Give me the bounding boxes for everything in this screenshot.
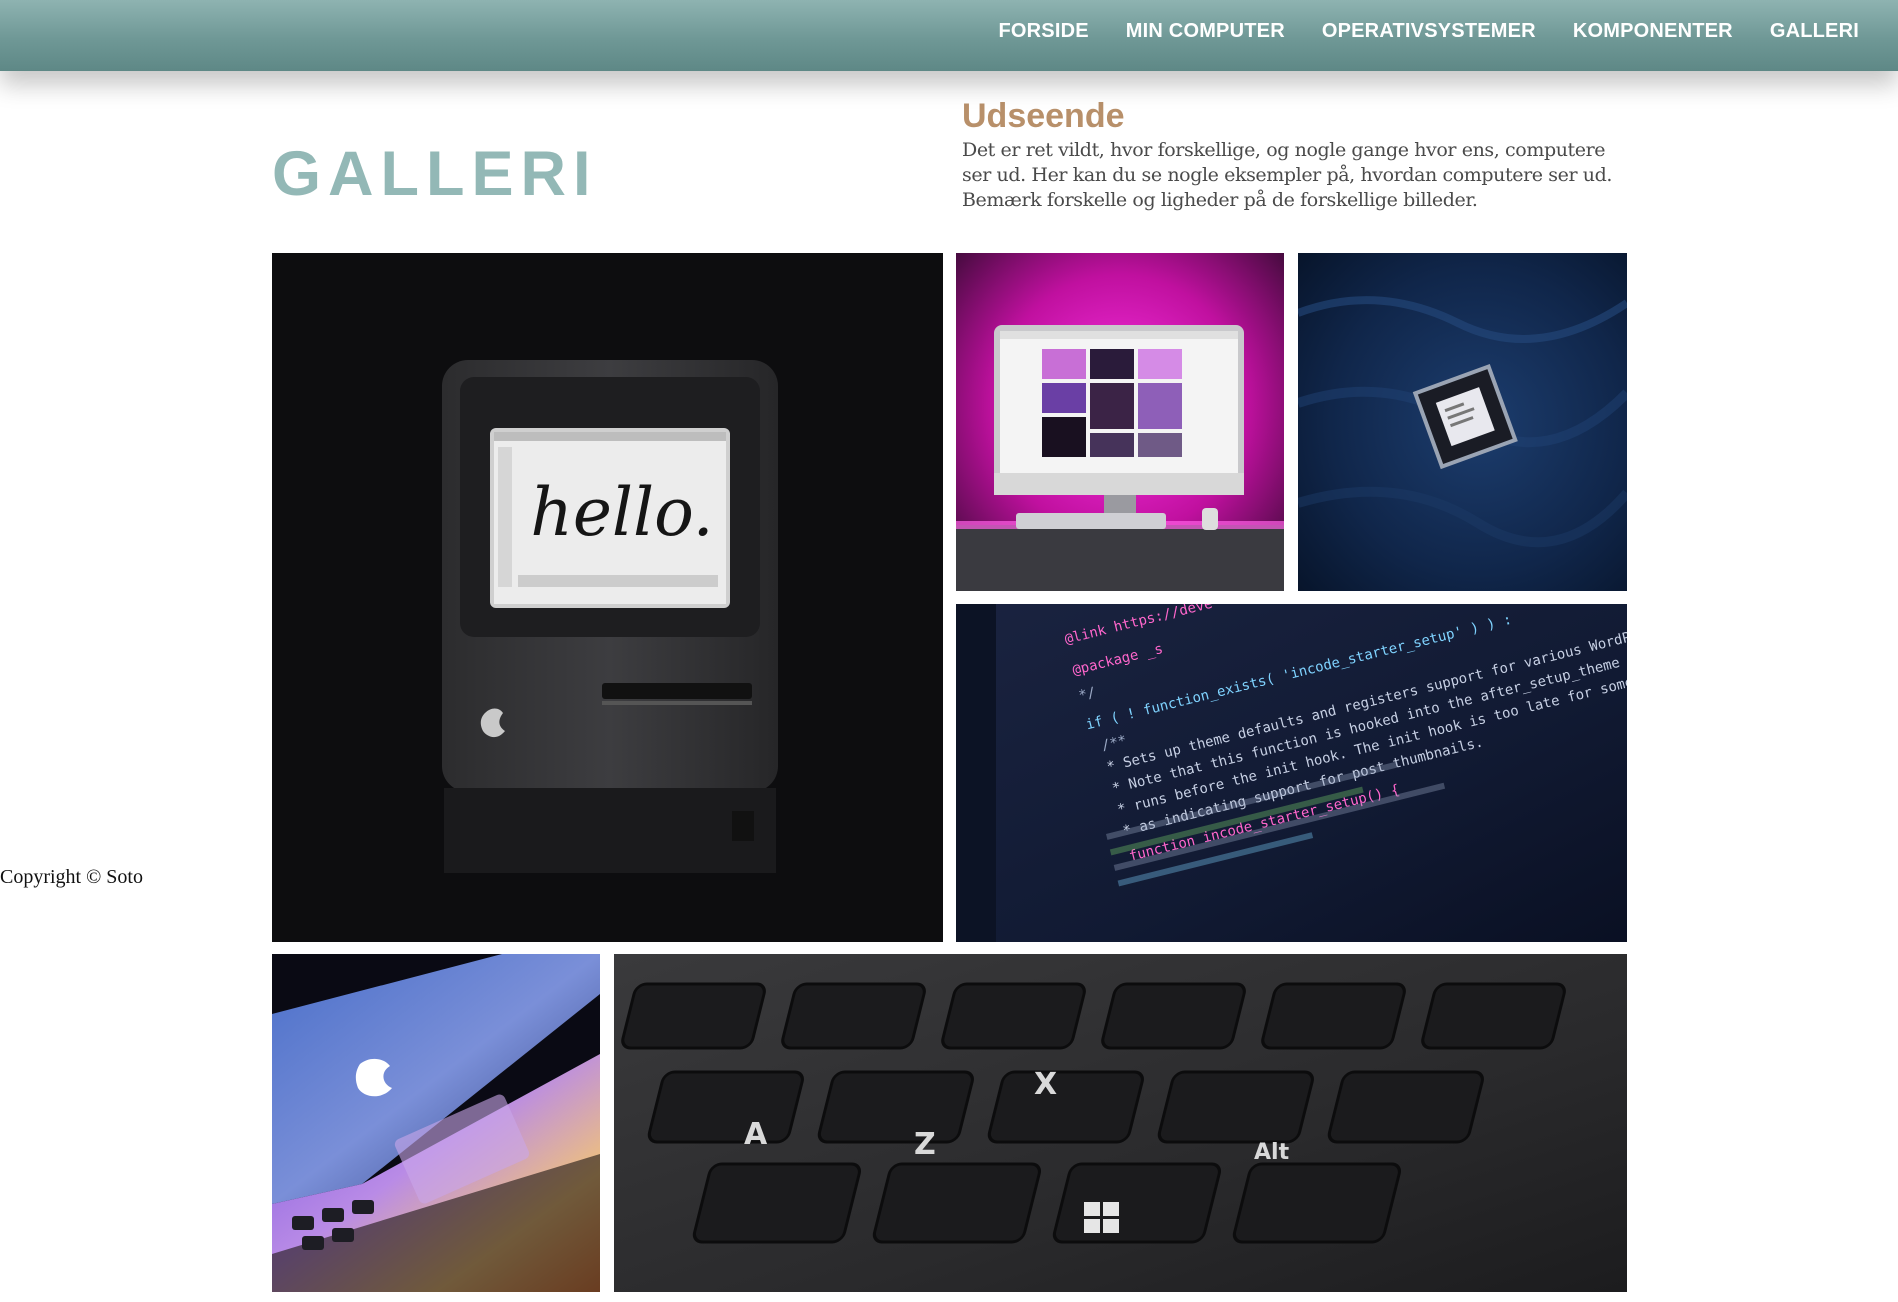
nav-link-operativsystemer[interactable]: OPERATIVSYSTEMER xyxy=(1322,20,1536,43)
nav-link-komponenter[interactable]: KOMPONENTER xyxy=(1573,20,1733,43)
top-navbar: FORSIDE MIN COMPUTER OPERATIVSYSTEMER KO… xyxy=(0,0,1898,71)
page-title: GALLERI xyxy=(272,139,598,209)
key-letter-z: Z xyxy=(914,1127,936,1162)
key-letter-alt: Alt xyxy=(1254,1140,1290,1165)
gallery-image-keyboard[interactable]: A Z X Alt xyxy=(614,954,1627,1292)
gallery-image-macbook-rainbow[interactable] xyxy=(272,954,600,1292)
nav-menu: FORSIDE MIN COMPUTER OPERATIVSYSTEMER KO… xyxy=(998,0,1859,63)
mac-screen-text: hello. xyxy=(530,474,713,551)
gallery-image-classic-mac[interactable]: hello. xyxy=(272,253,943,942)
key-letter-a: A xyxy=(744,1117,768,1152)
nav-link-forside[interactable]: FORSIDE xyxy=(998,20,1088,43)
gallery-image-imac-pink[interactable] xyxy=(956,253,1284,591)
intro-text: Det er ret vildt, hvor forskellige, og n… xyxy=(962,139,1613,211)
gallery-image-code-screen[interactable]: @link https://deve @package _s */ if ( !… xyxy=(956,604,1627,942)
gallery-image-cpu-chip[interactable] xyxy=(1298,253,1627,591)
nav-link-galleri[interactable]: GALLERI xyxy=(1770,20,1859,43)
key-letter-x: X xyxy=(1034,1067,1057,1102)
nav-link-min-computer[interactable]: MIN COMPUTER xyxy=(1126,20,1285,43)
intro-heading: Udseende xyxy=(962,97,1125,135)
copyright-text: Copyright © Soto xyxy=(0,866,143,888)
intro-section: Udseende Det er ret vildt, hvor forskell… xyxy=(962,94,1622,213)
